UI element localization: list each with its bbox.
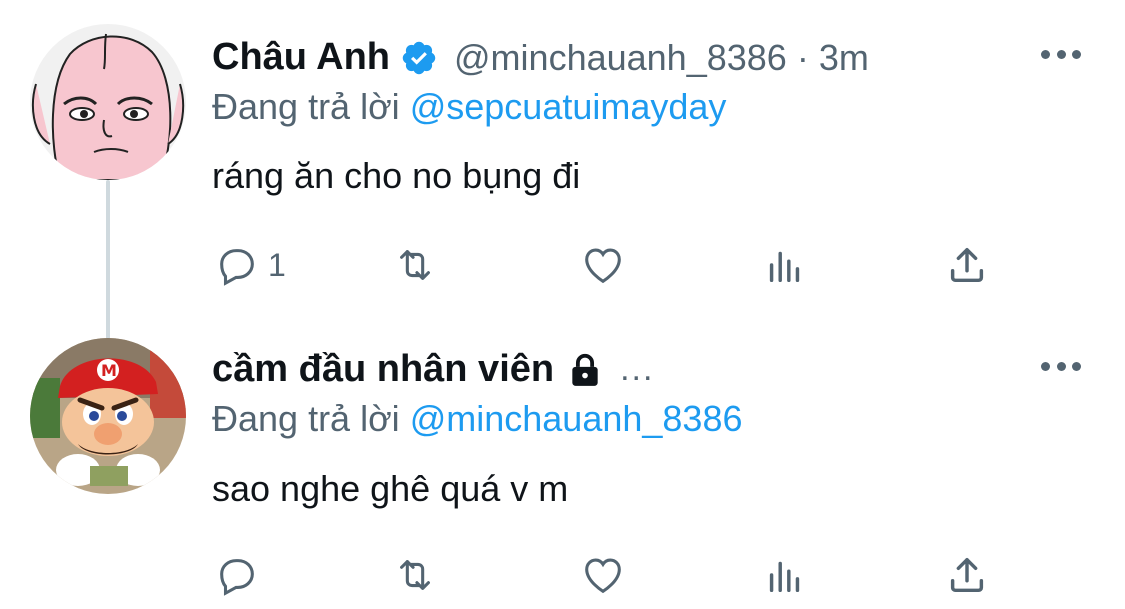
mario-avatar: M bbox=[30, 338, 186, 494]
lock-icon bbox=[572, 353, 598, 386]
avatar[interactable] bbox=[30, 24, 186, 180]
heart-icon bbox=[585, 558, 621, 594]
replying-to-mention[interactable]: @sepcuatuimayday bbox=[410, 86, 727, 127]
tweet-text: sao nghe ghê quá v m bbox=[212, 468, 569, 509]
more-icon[interactable] bbox=[1041, 356, 1081, 376]
replying-to-line: Đang trả lời @sepcuatuimayday bbox=[212, 86, 726, 128]
replying-to-mention[interactable]: @minchauanh_8386 bbox=[410, 398, 743, 439]
tweet-actions: 1 bbox=[0, 240, 1125, 290]
tweet-header: cầm đầu nhân viên ... bbox=[212, 348, 654, 391]
retweet-icon bbox=[400, 250, 430, 280]
tweet[interactable]: M cầm đầu nhân viên ... Đang trả lời @mi… bbox=[0, 320, 1125, 609]
replying-to-line: Đang trả lời @minchauanh_8386 bbox=[212, 398, 743, 440]
views-button[interactable] bbox=[762, 550, 808, 600]
more-icon[interactable] bbox=[1041, 44, 1081, 64]
display-name[interactable]: Châu Anh bbox=[212, 36, 390, 79]
separator-dot: · bbox=[796, 36, 809, 78]
reply-icon bbox=[220, 559, 254, 596]
user-handle[interactable]: @minchauanh_8386 bbox=[454, 37, 787, 79]
share-icon bbox=[950, 247, 984, 283]
display-name[interactable]: cầm đầu nhân viên bbox=[212, 348, 554, 391]
reply-button[interactable]: 1 bbox=[214, 240, 286, 290]
tweet[interactable]: Châu Anh @minchauanh_8386 · 3m Đang trả … bbox=[0, 0, 1125, 320]
replying-prefix: Đang trả lời bbox=[212, 398, 400, 439]
share-icon bbox=[950, 557, 984, 593]
reply-button[interactable] bbox=[214, 550, 268, 600]
timestamp[interactable]: 3m bbox=[819, 37, 869, 79]
replying-prefix: Đang trả lời bbox=[212, 86, 400, 127]
views-icon bbox=[769, 561, 800, 593]
reply-icon bbox=[220, 249, 254, 286]
views-icon bbox=[769, 251, 800, 283]
heart-icon bbox=[585, 248, 621, 284]
like-button[interactable] bbox=[580, 240, 626, 290]
like-button[interactable] bbox=[580, 550, 626, 600]
truncated-handle: ... bbox=[620, 350, 655, 388]
verified-badge-icon bbox=[402, 41, 436, 74]
retweet-icon bbox=[400, 560, 430, 590]
pink-cartoon-face-avatar bbox=[30, 24, 186, 180]
retweet-button[interactable] bbox=[392, 240, 438, 290]
svg-text:M: M bbox=[101, 361, 117, 380]
reply-count: 1 bbox=[268, 246, 286, 283]
share-button[interactable] bbox=[944, 240, 990, 290]
avatar[interactable]: M bbox=[30, 338, 186, 494]
tweet-text: ráng ăn cho no bụng đi bbox=[212, 155, 581, 196]
share-button[interactable] bbox=[944, 550, 990, 600]
retweet-button[interactable] bbox=[392, 550, 438, 600]
tweet-actions bbox=[0, 550, 1125, 600]
views-button[interactable] bbox=[762, 240, 808, 290]
tweet-header: Châu Anh @minchauanh_8386 · 3m bbox=[212, 36, 869, 79]
